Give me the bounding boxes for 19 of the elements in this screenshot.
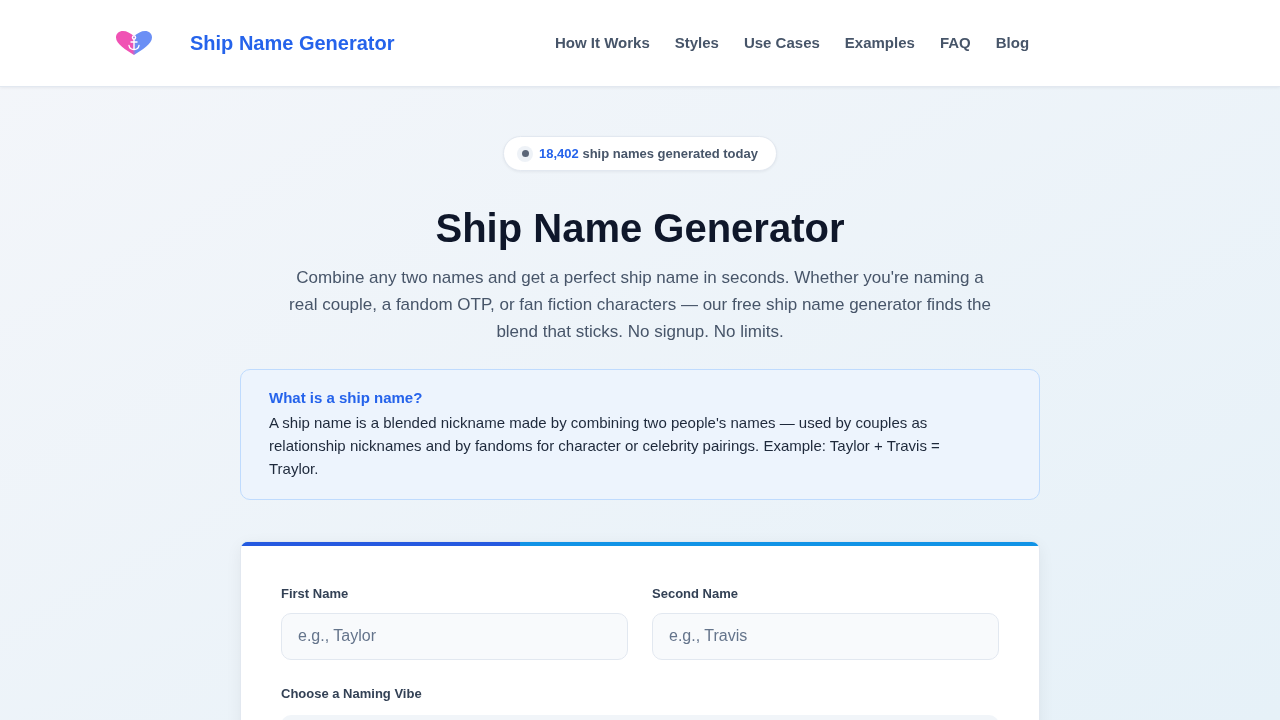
field-label: First Name [281, 585, 350, 603]
field-label: Choose a Naming Vibe [281, 684, 423, 703]
field-label: Second Name [652, 585, 739, 603]
info-text: A ship name is a blended nickname made by combining two people's names — used by couples as relationship nicknames and by fandoms for character or celebrity pairings. Example: Taylor + Travis = Traylor. [269, 413, 941, 479]
name-input[interactable]: e.g., Travis [652, 612, 999, 660]
name-input[interactable]: e.g., Taylor [281, 612, 628, 660]
badge-text: ship names generated today [582, 145, 758, 161]
brand-link[interactable]: Ship Name Generator [190, 28, 395, 58]
count-text: 18,402 [539, 145, 579, 161]
nav-link[interactable]: Blog [995, 31, 1030, 55]
page-title: Ship Name Generator [435, 205, 845, 252]
nav-link[interactable]: FAQ [939, 31, 971, 55]
hero-description: Combine any two names and get a perfect ship name in seconds. Whether you're naming a real couple, a fandom OTP, or fan fiction characters — our free ship name generator finds the blend that sticks. No signup. No limits. [288, 267, 992, 343]
nav-link[interactable]: Styles [674, 31, 719, 55]
nav-link[interactable]: Examples [844, 31, 915, 55]
nav-link[interactable]: Use Cases [743, 31, 820, 55]
nav-link[interactable]: How It Works [555, 31, 650, 55]
info-title: What is a ship name? [269, 388, 424, 408]
heart-anchor-icon [116, 31, 152, 55]
